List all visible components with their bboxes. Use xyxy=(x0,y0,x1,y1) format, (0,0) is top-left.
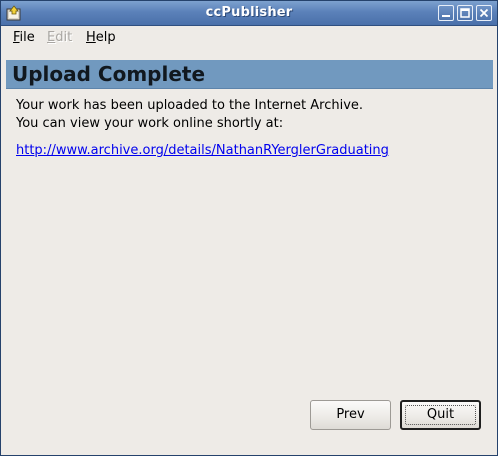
menu-help-label: elp xyxy=(95,30,116,45)
header-banner: Upload Complete xyxy=(6,60,493,89)
menu-bar: File Edit Help xyxy=(1,26,497,48)
close-button[interactable] xyxy=(476,5,492,21)
prev-button[interactable]: Prev xyxy=(310,400,391,430)
menu-file[interactable]: File xyxy=(13,30,35,45)
upload-message: Your work has been uploaded to the Inter… xyxy=(16,98,364,113)
menu-help[interactable]: Help xyxy=(86,30,116,45)
quit-button[interactable]: Quit xyxy=(400,400,481,430)
menu-edit-label: dit xyxy=(55,30,73,45)
menu-help-mnemonic: H xyxy=(86,30,96,45)
menu-edit[interactable]: Edit xyxy=(47,30,72,45)
view-online-message: You can view your work online shortly at… xyxy=(16,116,284,131)
archive-link[interactable]: http://www.archive.org/details/NathanRYe… xyxy=(16,143,389,158)
close-icon xyxy=(479,8,489,18)
page-title: Upload Complete xyxy=(12,62,206,86)
focus-ring xyxy=(405,405,476,425)
maximize-icon xyxy=(460,8,470,18)
app-window: ccPublisher File Edit Help Upload Comple… xyxy=(0,0,498,456)
menu-edit-mnemonic: E xyxy=(47,30,56,45)
maximize-button[interactable] xyxy=(457,5,473,21)
window-title: ccPublisher xyxy=(205,5,293,20)
title-bar[interactable]: ccPublisher xyxy=(1,1,497,26)
minimize-icon xyxy=(442,15,450,17)
minimize-button[interactable] xyxy=(438,5,454,21)
menu-file-label: ile xyxy=(19,30,35,45)
